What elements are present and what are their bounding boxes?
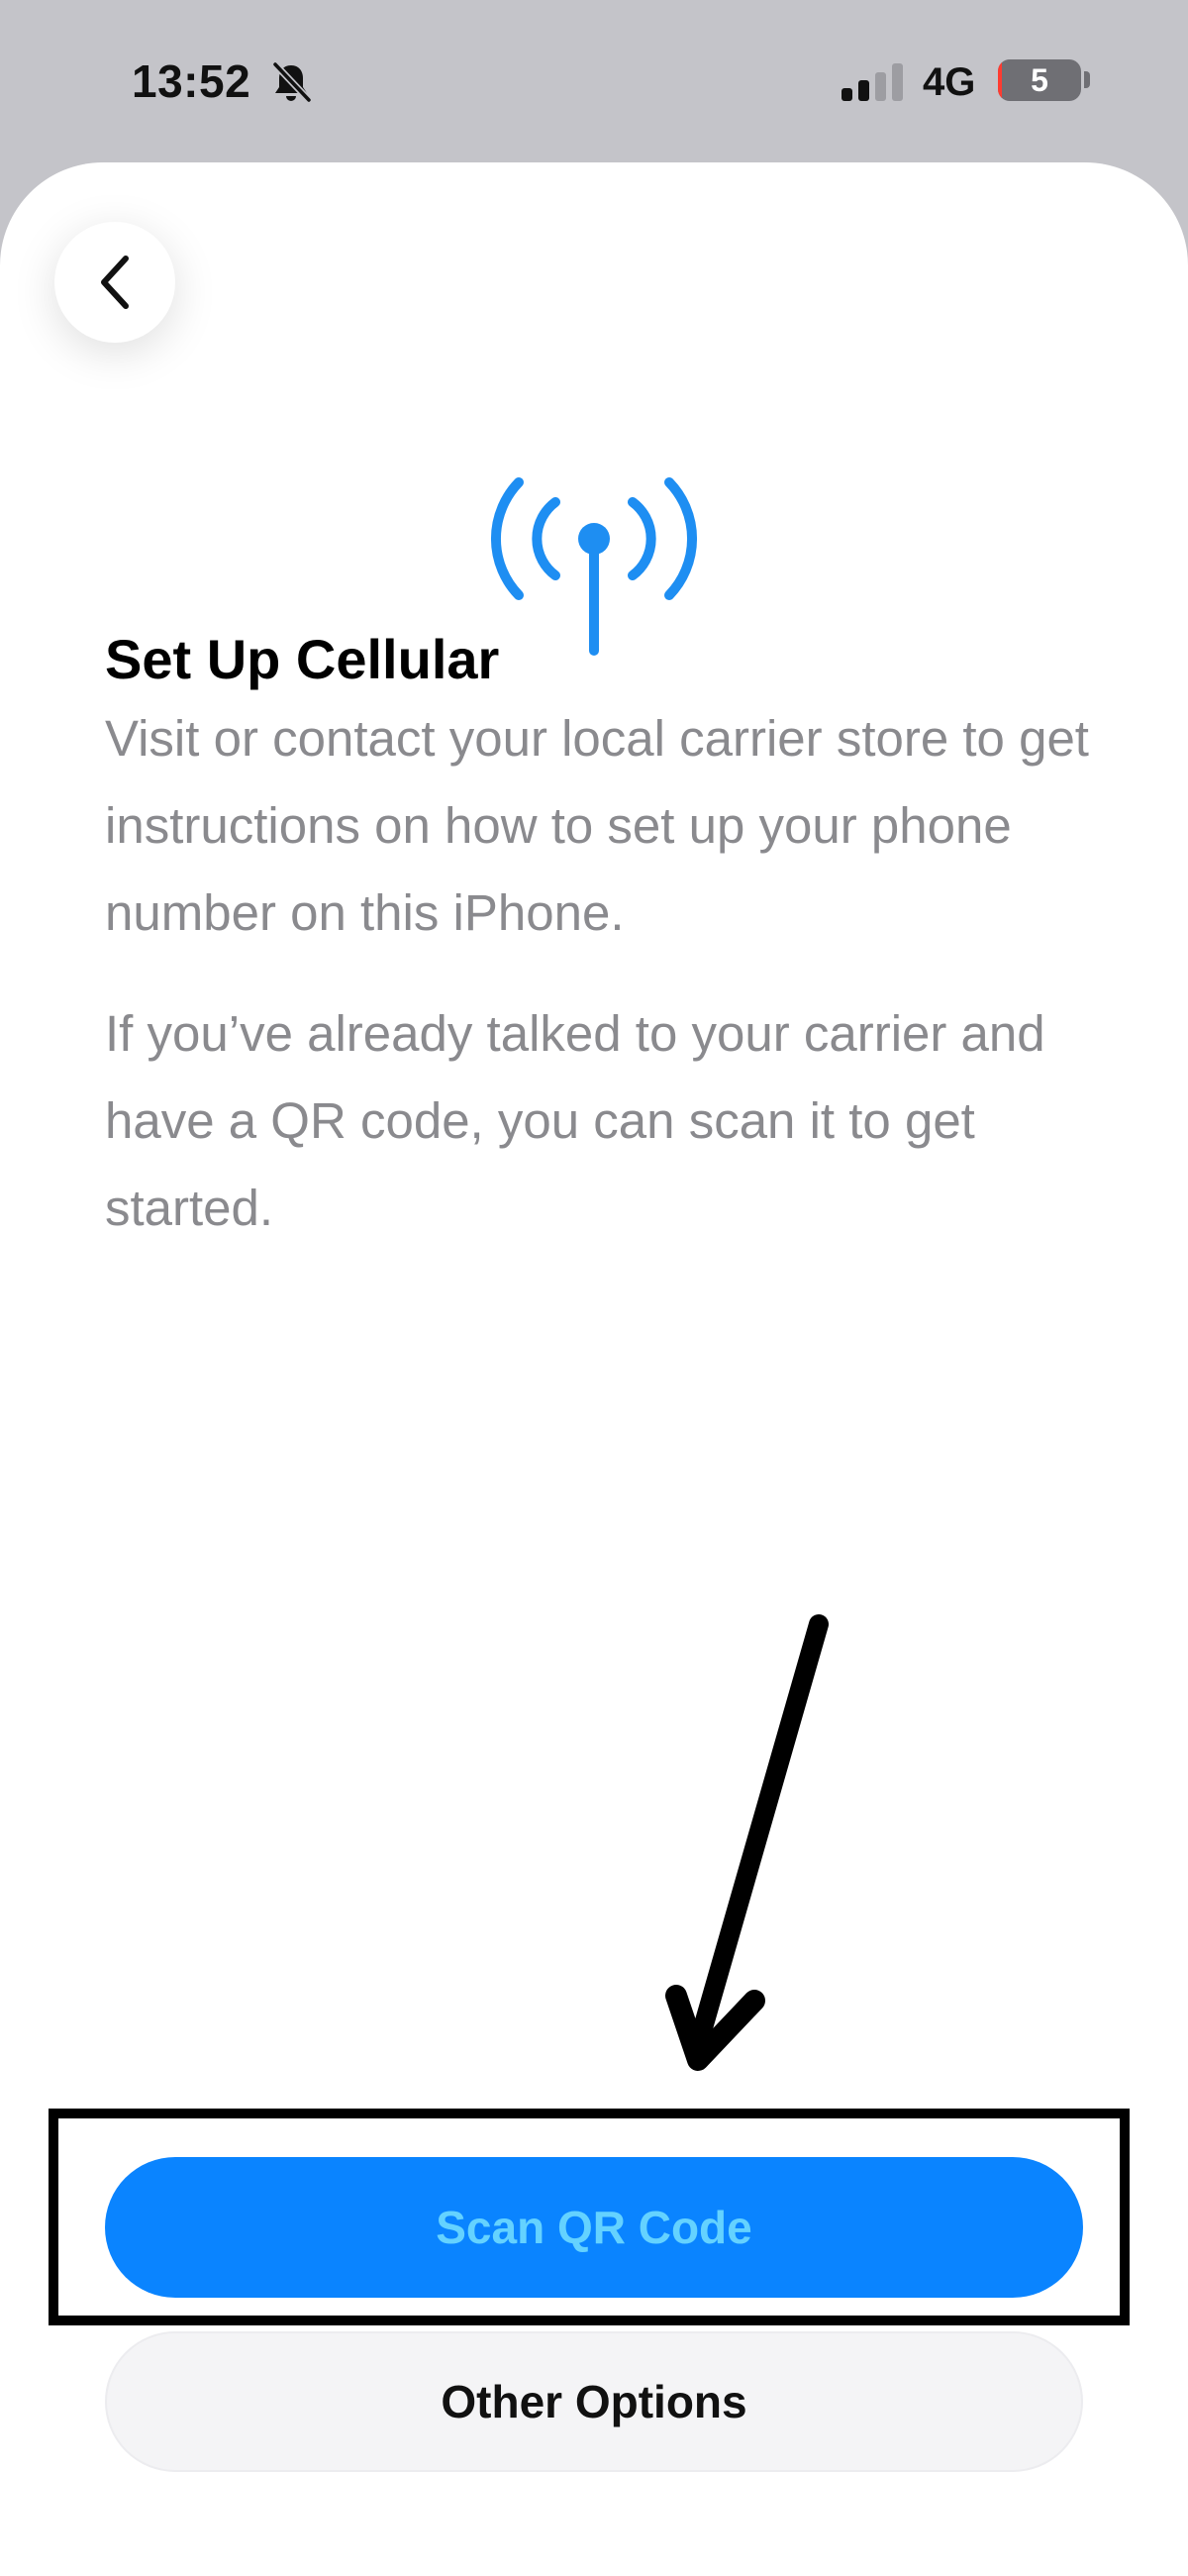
signal-bar [875,72,886,101]
scan-qr-code-button[interactable]: Scan QR Code [105,2157,1083,2298]
other-options-button[interactable]: Other Options [105,2331,1083,2472]
qr-description: If you’ve already talked to your carrier… [105,1005,1045,1236]
signal-bar [858,80,869,101]
page-title: Set Up Cellular [105,628,500,690]
signal-bar [842,88,852,101]
chevron-left-icon [101,256,129,309]
setup-content: Set Up Cellular Visit or contact your lo… [105,624,1095,1252]
network-type: 4G [923,60,976,104]
bell-slash-icon [272,61,312,103]
battery-indicator: 5 [998,59,1081,101]
battery-level: 5 [1031,62,1048,98]
status-time: 13:52 [132,55,251,107]
signal-bar [892,63,903,101]
status-bar: 13:52 4G 5 [0,0,1188,163]
cellular-signal-icon [842,63,903,101]
setup-description: Visit or contact your local carrier stor… [105,710,1089,941]
back-button[interactable] [54,222,175,343]
battery-cap [1084,71,1090,88]
